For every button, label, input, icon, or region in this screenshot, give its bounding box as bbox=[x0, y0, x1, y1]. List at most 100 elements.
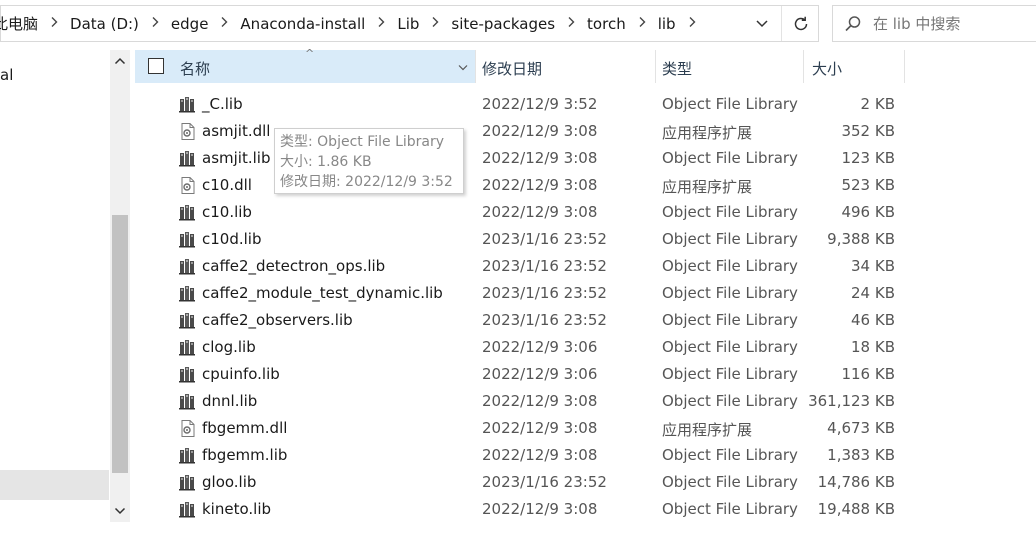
column-divider[interactable] bbox=[803, 50, 804, 83]
tooltip-type: 类型: Object File Library bbox=[280, 134, 445, 150]
chevron-right-icon[interactable] bbox=[40, 16, 68, 31]
file-row[interactable]: c10.lib 2022/12/9 3:08 Object File Library… bbox=[135, 199, 905, 226]
column-header: 名称 ^ 修改日期 类型 大小 bbox=[135, 47, 905, 83]
chevron-down-icon bbox=[114, 507, 126, 515]
file-row[interactable]: cpuinfo.lib 2022/12/9 3:06 Object File Lib… bbox=[135, 361, 905, 388]
select-all-checkbox[interactable] bbox=[148, 58, 164, 74]
file-name: c10.lib bbox=[202, 203, 252, 221]
chevron-down-icon bbox=[458, 64, 468, 70]
chevron-right-icon[interactable] bbox=[678, 16, 706, 31]
breadcrumb-item[interactable]: lib bbox=[656, 15, 678, 33]
chevron-right-icon[interactable] bbox=[210, 16, 238, 31]
file-row[interactable]: caffe2_observers.lib 2023/1/16 23:52 Objec… bbox=[135, 307, 905, 334]
nav-item-partial[interactable]: al bbox=[0, 66, 13, 84]
file-row[interactable]: dnnl.lib 2022/12/9 3:08 Object File Librar… bbox=[135, 388, 905, 415]
file-name: dnnl.lib bbox=[202, 392, 258, 410]
search-box[interactable] bbox=[832, 5, 1036, 42]
chevron-right-icon[interactable] bbox=[141, 16, 169, 31]
breadcrumb-item[interactable]: Data (D:) bbox=[68, 15, 141, 33]
lib-file-icon bbox=[179, 231, 197, 248]
file-row[interactable]: caffe2_detectron_ops.lib 2023/1/16 23:52 O… bbox=[135, 253, 905, 280]
lib-file-icon bbox=[179, 393, 197, 410]
column-header-type[interactable]: 类型 bbox=[662, 58, 692, 79]
breadcrumb-item[interactable]: edge bbox=[169, 15, 211, 33]
lib-file-icon bbox=[179, 150, 197, 167]
column-divider[interactable] bbox=[655, 50, 656, 83]
chevron-right-icon[interactable] bbox=[628, 16, 656, 31]
chevron-down-icon bbox=[756, 19, 768, 27]
file-name: _C.lib bbox=[202, 95, 243, 113]
file-date: 2022/12/9 3:08 bbox=[482, 176, 598, 194]
file-date: 2022/12/9 3:08 bbox=[482, 500, 598, 518]
file-type: Object File Library bbox=[662, 500, 798, 518]
file-row[interactable]: c10.dll 2022/12/9 3:08 应用程序扩展 523 KB bbox=[135, 172, 905, 199]
column-header-date[interactable]: 修改日期 bbox=[482, 58, 542, 79]
nav-scrollbar[interactable] bbox=[110, 50, 130, 522]
file-date: 2022/12/9 3:08 bbox=[482, 122, 598, 140]
file-date: 2022/12/9 3:06 bbox=[482, 365, 598, 383]
refresh-button[interactable] bbox=[782, 6, 819, 41]
file-name: kineto.lib bbox=[202, 500, 272, 518]
file-date: 2022/12/9 3:52 bbox=[482, 95, 598, 113]
file-size: 9,388 KB bbox=[827, 230, 895, 248]
file-name: asmjit.lib bbox=[202, 149, 271, 167]
chevron-right-icon[interactable] bbox=[557, 16, 585, 31]
file-tooltip: 类型: Object File Library 大小: 1.86 KB 修改日期… bbox=[274, 128, 464, 194]
breadcrumb-item[interactable]: Lib bbox=[395, 15, 421, 33]
file-name: asmjit.dll bbox=[202, 122, 271, 140]
file-name: fbgemm.dll bbox=[202, 419, 288, 437]
dll-file-icon bbox=[179, 177, 197, 194]
file-row[interactable]: asmjit.lib 2022/12/9 3:08 Object File Libr… bbox=[135, 145, 905, 172]
file-row[interactable]: asmjit.dll 2022/12/9 3:08 应用程序扩展 352 KB bbox=[135, 118, 905, 145]
breadcrumb-item[interactable]: site-packages bbox=[449, 15, 557, 33]
column-divider[interactable] bbox=[904, 50, 905, 83]
file-row[interactable]: fbgemm.dll 2022/12/9 3:08 应用程序扩展 4,673 KB bbox=[135, 415, 905, 442]
address-bar[interactable]: 此电脑 Data (D:) edge Anaconda-install Lib site-… bbox=[0, 5, 819, 42]
file-size: 4,673 KB bbox=[827, 419, 895, 437]
file-name: gloo.lib bbox=[202, 473, 257, 491]
chevron-right-icon[interactable] bbox=[421, 16, 449, 31]
file-row[interactable]: _C.lib 2022/12/9 3:52 Object File Library 2… bbox=[135, 91, 905, 118]
lib-file-icon bbox=[179, 447, 197, 464]
chevron-right-icon[interactable] bbox=[367, 16, 395, 31]
scroll-thumb[interactable] bbox=[112, 215, 128, 473]
file-name: c10d.lib bbox=[202, 230, 262, 248]
file-type: Object File Library bbox=[662, 311, 798, 329]
file-size: 14,786 KB bbox=[817, 473, 895, 491]
file-date: 2023/1/16 23:52 bbox=[482, 311, 607, 329]
file-row[interactable]: clog.lib 2022/12/9 3:06 Object File Librar… bbox=[135, 334, 905, 361]
file-name: caffe2_module_test_dynamic.lib bbox=[202, 284, 443, 302]
file-type: Object File Library bbox=[662, 446, 798, 464]
file-row[interactable]: gloo.lib 2023/1/16 23:52 Object File Libra… bbox=[135, 469, 905, 496]
file-row[interactable]: kineto.lib 2022/12/9 3:08 Object File Libr… bbox=[135, 496, 905, 523]
breadcrumb-item[interactable]: torch bbox=[585, 15, 628, 33]
file-row[interactable]: c10d.lib 2023/1/16 23:52 Object File Libra… bbox=[135, 226, 905, 253]
file-name: clog.lib bbox=[202, 338, 256, 356]
search-input[interactable] bbox=[873, 14, 1033, 33]
file-size: 18 KB bbox=[851, 338, 895, 356]
lib-file-icon bbox=[179, 96, 197, 113]
tooltip-date: 修改日期: 2022/12/9 3:52 bbox=[280, 174, 453, 190]
breadcrumb-item[interactable]: 此电脑 bbox=[0, 13, 40, 34]
file-date: 2022/12/9 3:08 bbox=[482, 419, 598, 437]
file-list: _C.lib 2022/12/9 3:52 Object File Library 2… bbox=[135, 91, 905, 523]
column-header-name[interactable]: 名称 ^ bbox=[135, 47, 475, 83]
column-divider[interactable] bbox=[475, 50, 476, 83]
lib-file-icon bbox=[179, 366, 197, 383]
file-row[interactable]: fbgemm.lib 2022/12/9 3:08 Object File Libr… bbox=[135, 442, 905, 469]
column-filter-dropdown[interactable] bbox=[455, 57, 471, 77]
lib-file-icon bbox=[179, 339, 197, 356]
column-name-label: 名称 bbox=[180, 60, 211, 78]
file-type: Object File Library bbox=[662, 392, 798, 410]
column-header-size[interactable]: 大小 bbox=[812, 58, 842, 79]
sort-ascending-icon: ^ bbox=[305, 47, 315, 60]
address-history-dropdown[interactable] bbox=[745, 6, 779, 41]
file-row[interactable]: caffe2_module_test_dynamic.lib 2023/1/16 … bbox=[135, 280, 905, 307]
file-type: Object File Library bbox=[662, 365, 798, 383]
scroll-up-button[interactable] bbox=[110, 50, 130, 72]
refresh-icon bbox=[794, 16, 807, 30]
nav-selected-item[interactable] bbox=[0, 470, 109, 500]
breadcrumb-item[interactable]: Anaconda-install bbox=[238, 15, 367, 33]
scroll-down-button[interactable] bbox=[110, 500, 130, 522]
lib-file-icon bbox=[179, 312, 197, 329]
